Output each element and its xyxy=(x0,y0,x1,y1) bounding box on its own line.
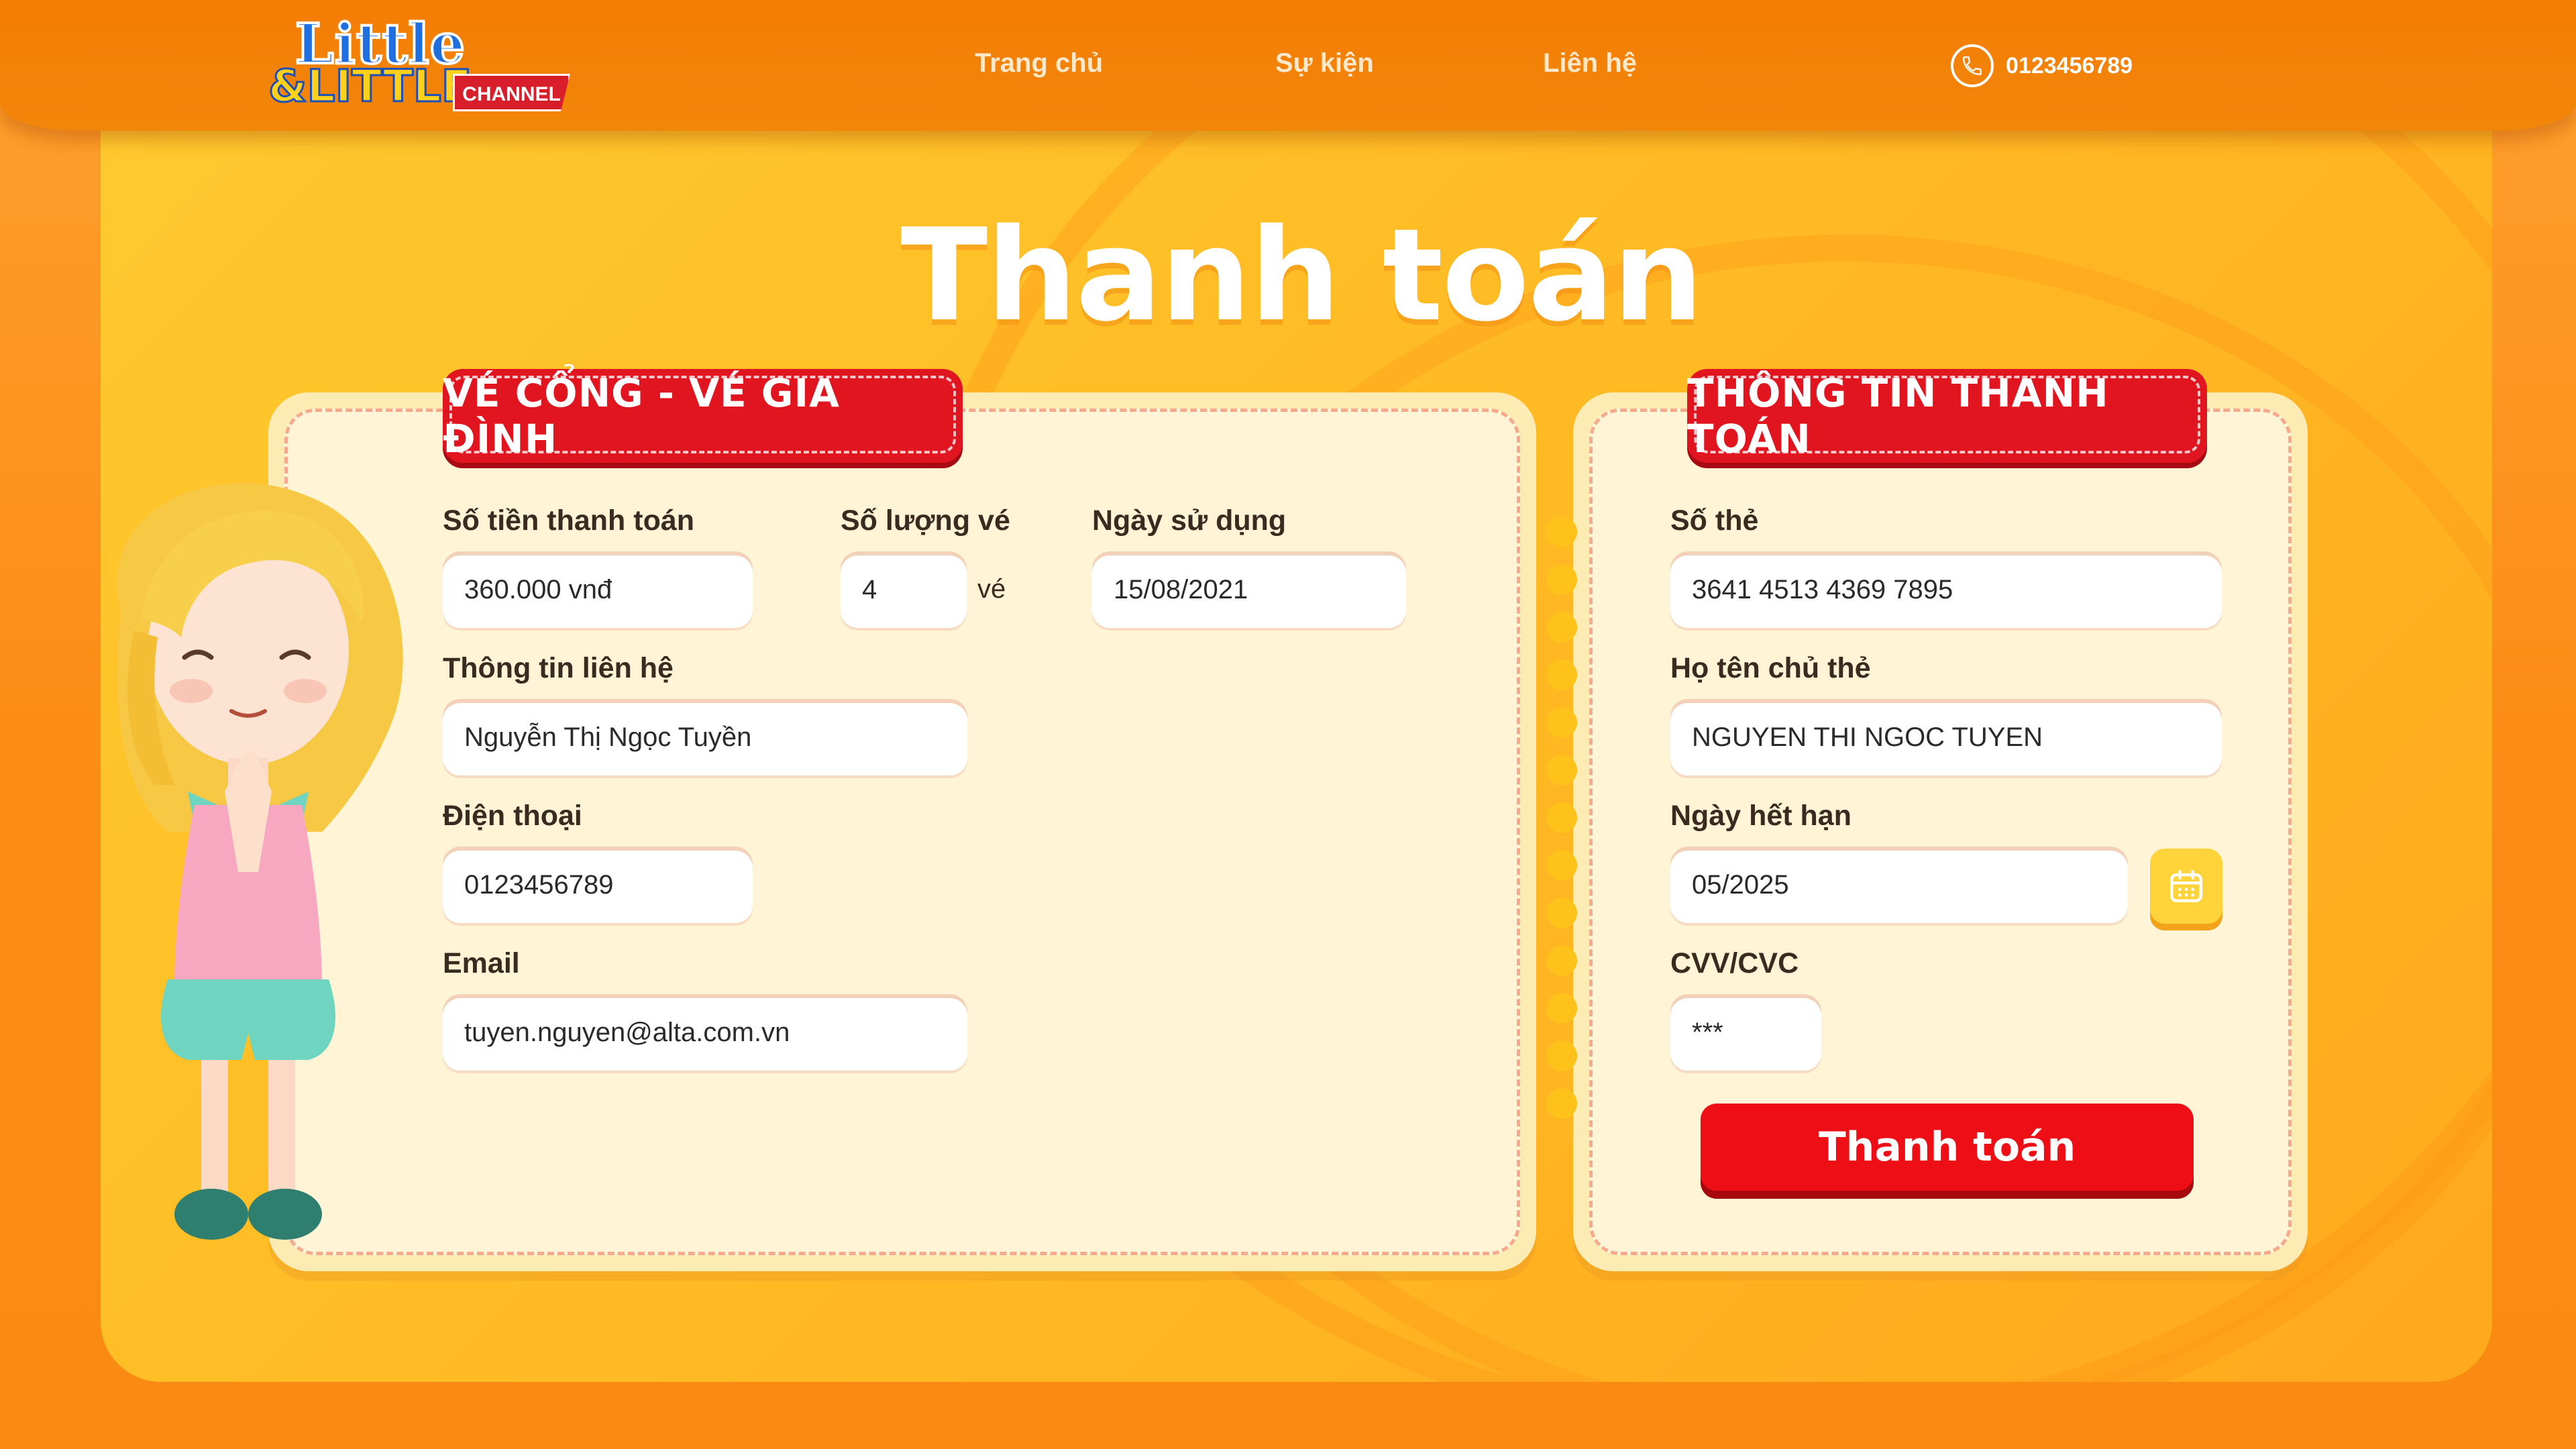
ticket-ribbon: VÉ CỔNG - VÉ GIA ĐÌNH xyxy=(443,369,963,463)
expiry-field[interactable]: 05/2025 xyxy=(1670,847,2128,923)
cvv-label: CVV/CVC xyxy=(1670,947,1799,979)
quantity-field[interactable]: 4 xyxy=(841,551,967,628)
amount-field[interactable]: 360.000 vnđ xyxy=(443,551,753,628)
quantity-unit: vé xyxy=(977,574,1006,604)
phone-field[interactable]: 0123456789 xyxy=(443,847,753,923)
email-label: Email xyxy=(443,947,520,979)
contact-name-field[interactable]: Nguyễn Thị Ngọc Tuyền xyxy=(443,699,967,775)
ticket-perforation xyxy=(1546,517,1577,1136)
card-holder-field[interactable]: NGUYEN THI NGOC TUYEN xyxy=(1670,699,2222,775)
logo-badge-channel: CHANNEL xyxy=(453,74,570,111)
card-number-label: Số thẻ xyxy=(1670,504,1759,537)
phone-number: 0123456789 xyxy=(2006,52,2133,78)
payment-ribbon: THÔNG TIN THANH TOÁN xyxy=(1687,369,2207,463)
card-number-field[interactable]: 3641 4513 4369 7895 xyxy=(1670,551,2222,628)
contact-label: Thông tin liên hệ xyxy=(443,652,674,684)
usage-date-field[interactable]: 15/08/2021 xyxy=(1092,551,1406,628)
header-phone[interactable]: 0123456789 xyxy=(1951,44,2133,87)
page-title: Thanh toán xyxy=(900,201,1704,350)
phone-label: Điện thoại xyxy=(443,800,582,832)
pay-button[interactable]: Thanh toán xyxy=(1701,1104,2194,1191)
calendar-button[interactable] xyxy=(2150,849,2222,924)
nav-home[interactable]: Trang chủ xyxy=(975,48,1103,78)
site-logo[interactable]: Little &LITTLE CHANNEL xyxy=(268,11,577,113)
logo-text-little-caps: &LITTLE xyxy=(268,60,473,113)
top-nav-bar: Little &LITTLE CHANNEL Trang chủ Sự kiện… xyxy=(0,0,2576,131)
cvv-field[interactable]: *** xyxy=(1670,994,1821,1071)
usage-date-label: Ngày sử dụng xyxy=(1092,504,1287,537)
ticket-ribbon-text: VÉ CỔNG - VÉ GIA ĐÌNH xyxy=(443,370,840,462)
quantity-label: Số lượng vé xyxy=(841,504,1010,537)
payment-ribbon-text: THÔNG TIN THANH TOÁN xyxy=(1687,370,2109,462)
calendar-icon xyxy=(2170,870,2202,902)
child-mascot xyxy=(117,482,403,1240)
nav-events[interactable]: Sự kiện xyxy=(1275,48,1374,78)
email-field[interactable]: tuyen.nguyen@alta.com.vn xyxy=(443,994,967,1071)
card-holder-label: Họ tên chủ thẻ xyxy=(1670,652,1871,684)
expiry-label: Ngày hết hạn xyxy=(1670,800,1851,832)
nav-contact[interactable]: Liên hệ xyxy=(1543,48,1637,78)
amount-label: Số tiền thanh toán xyxy=(443,504,695,537)
phone-icon xyxy=(1951,44,1994,87)
